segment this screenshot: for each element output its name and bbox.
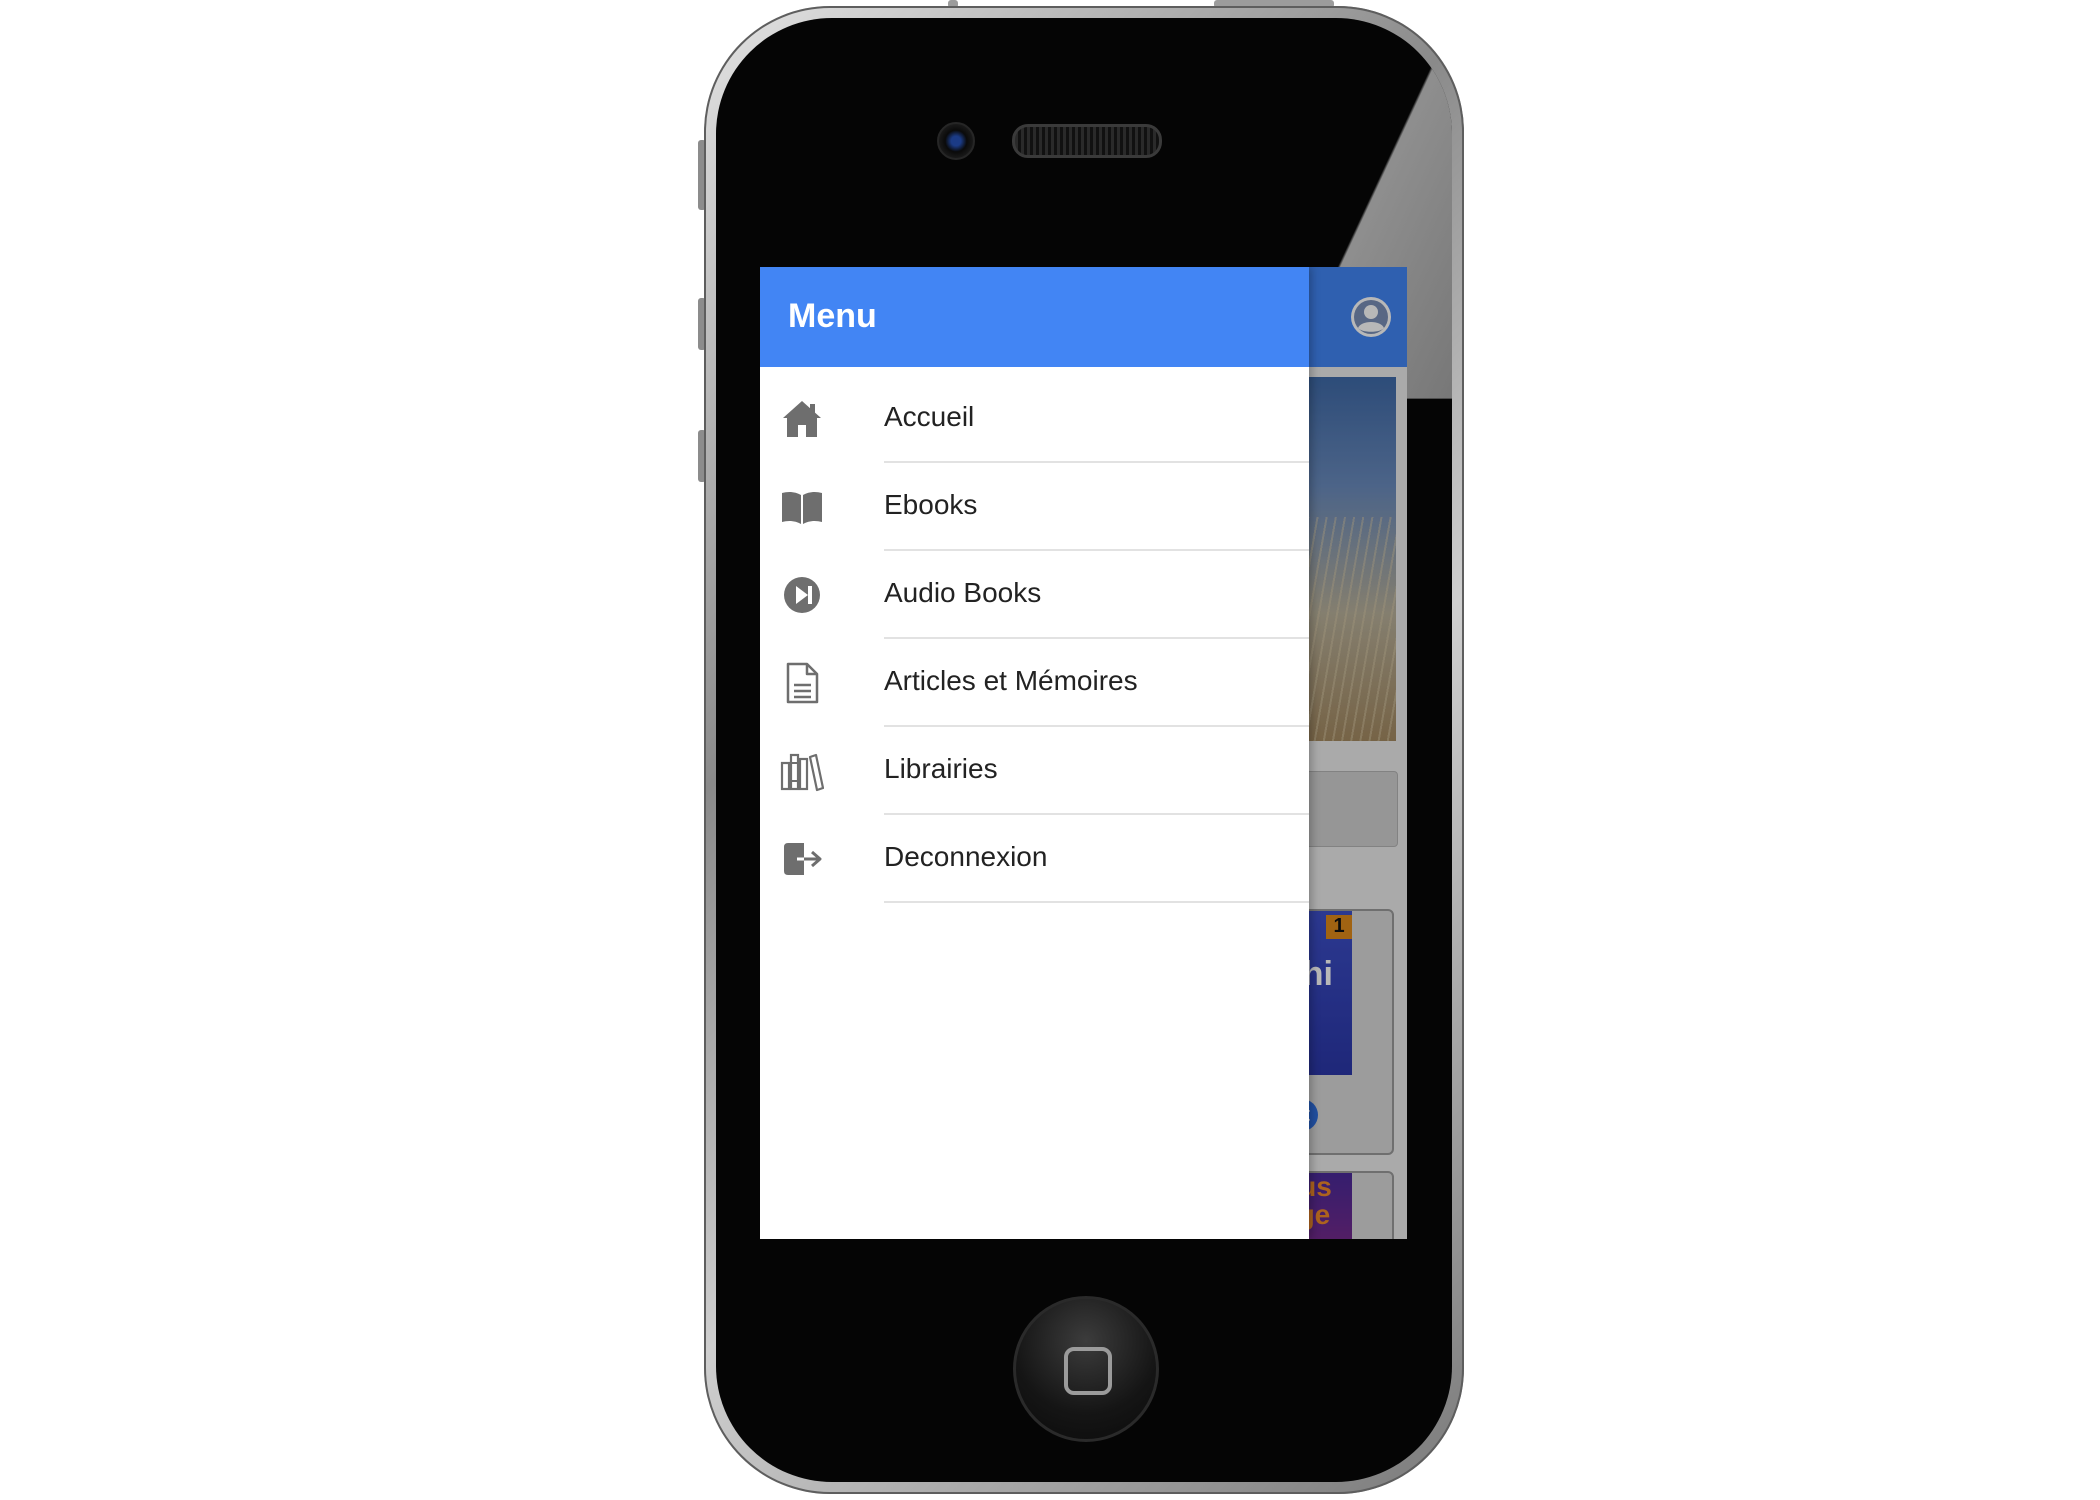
menu-item-label: Ebooks	[884, 489, 978, 520]
menu-item-accueil[interactable]: Accueil	[760, 375, 1309, 463]
front-camera	[937, 122, 975, 160]
home-icon	[783, 401, 821, 437]
stage: 1 phi uit ous age Menu Ac	[0, 0, 2100, 1500]
drawer-header: Menu	[760, 267, 1309, 367]
home-button-square-icon	[1064, 1347, 1112, 1395]
menu-item-deconnexion[interactable]: Deconnexion	[760, 815, 1309, 903]
menu-item-label: Accueil	[884, 401, 975, 432]
menu-item-articles-memoires[interactable]: Articles et Mémoires	[760, 639, 1309, 727]
menu-item-label: Deconnexion	[884, 841, 1048, 872]
document-icon	[786, 662, 819, 704]
menu-item-label: Articles et Mémoires	[884, 665, 1138, 696]
menu-list: Accueil Ebooks Audio Books Articles et M…	[760, 375, 1309, 903]
book-open-icon	[782, 491, 822, 524]
navigation-drawer: Menu Accueil Ebooks Audio Books Articles…	[760, 267, 1309, 1239]
drawer-title: Menu	[788, 297, 877, 335]
home-button[interactable]	[1013, 1296, 1159, 1442]
menu-item-label: Audio Books	[884, 577, 1042, 608]
bookshelf-icon	[780, 753, 824, 792]
phone-screen: 1 phi uit ous age Menu Ac	[760, 267, 1407, 1239]
menu-item-label: Librairies	[884, 753, 998, 784]
logout-icon	[784, 843, 822, 875]
earpiece-speaker	[1012, 124, 1162, 158]
menu-item-audio-books[interactable]: Audio Books	[760, 551, 1309, 639]
play-circle-icon	[784, 577, 820, 613]
divider	[884, 901, 1309, 903]
menu-item-librairies[interactable]: Librairies	[760, 727, 1309, 815]
menu-item-ebooks[interactable]: Ebooks	[760, 463, 1309, 551]
